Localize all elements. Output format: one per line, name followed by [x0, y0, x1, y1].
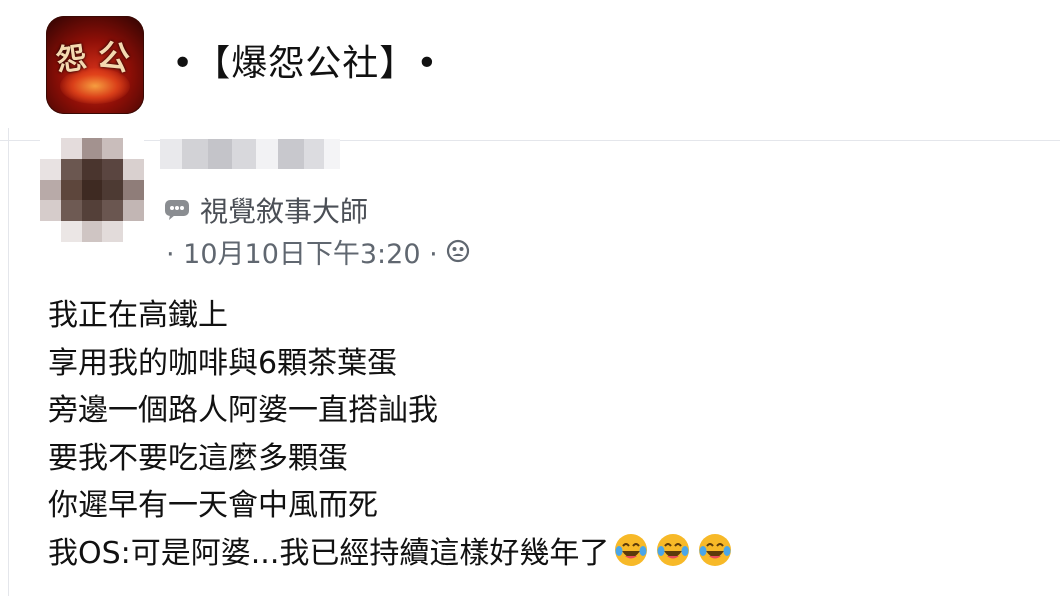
post-text-line: 要我不要吃這麼多顆蛋	[48, 440, 348, 476]
author-name-redacted[interactable]	[160, 134, 340, 174]
post-left-border	[8, 128, 9, 596]
group-badge-line[interactable]: 視覺敘事大師	[164, 192, 368, 228]
group-audience-icon[interactable]	[446, 239, 470, 263]
post-text-line: 你遲早有一天會中風而死	[48, 488, 378, 523]
post-text-last-content: 我OS:可是阿婆...我已經持續這樣好幾年了	[48, 535, 610, 571]
post-text-line: 享用我的咖啡與6顆茶葉蛋	[48, 345, 398, 381]
post-timestamp[interactable]: · 10月10日下午3:20 ·	[166, 232, 438, 271]
laughing-crying-emoji-icon	[615, 534, 648, 566]
post-text-line-last: 我OS:可是阿婆...我已經持續這樣好幾年了	[48, 530, 1028, 578]
emoji-row	[613, 532, 733, 568]
header-divider	[0, 140, 1060, 141]
group-badge-label: 視覺敘事大師	[200, 195, 369, 228]
avatar[interactable]	[40, 138, 144, 242]
post-text-line: 旁邊一個路人阿婆一直搭訕我	[48, 393, 438, 428]
group-header: 怨 公 •【爆怨公社】•	[0, 0, 1060, 128]
logo-glyph-left: 怨	[54, 40, 89, 79]
group-logo[interactable]: 怨 公	[46, 16, 144, 114]
laughing-crying-emoji-icon	[657, 534, 690, 566]
post-body: 我正在高鐵上 享用我的咖啡與6顆茶葉蛋 旁邊一個路人阿婆一直搭訕我 要我不要吃這…	[48, 292, 1028, 577]
logo-glyph-right: 公	[94, 35, 133, 79]
post-timestamp-line: · 10月10日下午3:20 ·	[166, 232, 470, 270]
group-title[interactable]: •【爆怨公社】•	[172, 40, 438, 88]
speech-bubble-icon	[165, 200, 189, 220]
post-text-line: 我正在高鐵上	[48, 298, 228, 333]
laughing-crying-emoji-icon	[699, 534, 732, 566]
